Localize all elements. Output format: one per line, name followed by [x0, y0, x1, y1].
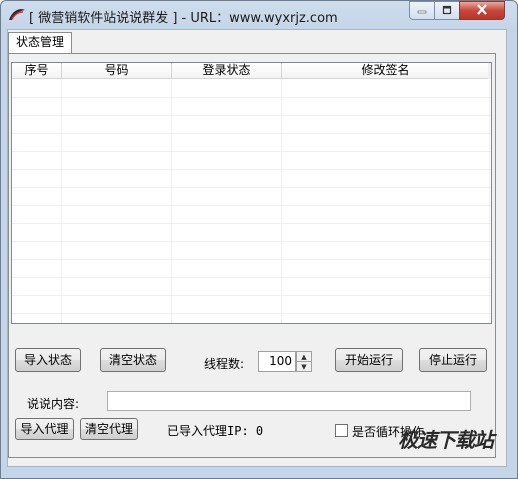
watermark: 极速下载站 — [398, 428, 494, 452]
column-header-login-status[interactable]: 登录状态 — [172, 63, 282, 79]
close-icon — [476, 3, 488, 18]
header-filler — [488, 63, 491, 79]
threads-input[interactable]: 100 — [258, 351, 296, 372]
grid-line — [12, 313, 491, 314]
column-header-signature[interactable]: 修改签名 — [282, 63, 490, 79]
content-input[interactable] — [107, 391, 471, 411]
grid-line — [12, 187, 491, 188]
import-status-button[interactable]: 导入状态 — [15, 348, 81, 372]
threads-stepper[interactable]: ▲ ▼ — [296, 351, 312, 372]
maximize-icon — [442, 4, 452, 18]
start-button[interactable]: 开始运行 — [335, 348, 403, 372]
clear-status-button[interactable]: 清空状态 — [100, 348, 166, 372]
import-proxy-button[interactable]: 导入代理 — [15, 418, 74, 440]
minimize-button[interactable] — [409, 1, 435, 20]
minimize-icon — [417, 4, 427, 18]
column-header-index[interactable]: 序号 — [12, 63, 62, 79]
spin-down-icon[interactable]: ▼ — [297, 361, 311, 371]
grid-line — [12, 241, 491, 242]
grid-line — [12, 115, 491, 116]
content-label: 说说内容: — [27, 397, 80, 411]
clear-proxy-button[interactable]: 清空代理 — [80, 418, 138, 440]
grid-line — [12, 223, 491, 224]
stop-button[interactable]: 停止运行 — [419, 348, 487, 372]
grid-line — [12, 169, 491, 170]
grid-line — [12, 277, 491, 278]
threads-label: 线程数: — [204, 357, 245, 371]
proxy-count-label: 已导入代理IP: 0 — [167, 424, 264, 438]
status-bar — [8, 458, 508, 468]
grid-line — [12, 295, 491, 296]
close-button[interactable] — [459, 1, 505, 20]
grid-line — [12, 97, 491, 98]
tab-status-management[interactable]: 状态管理 — [8, 32, 72, 53]
grid-line — [12, 151, 491, 152]
grid-line — [12, 259, 491, 260]
column-header-number[interactable]: 号码 — [62, 63, 172, 79]
grid-line — [12, 133, 491, 134]
maximize-button[interactable] — [434, 1, 460, 20]
spin-up-icon[interactable]: ▲ — [297, 352, 311, 361]
feather-logo-icon — [7, 7, 27, 23]
window-title: [ 微营销软件站说说群发 ] - URL：www.wyxrjz.com — [29, 11, 338, 26]
loop-checkbox[interactable] — [335, 424, 348, 437]
grid-line — [12, 205, 491, 206]
accounts-table[interactable]: 序号 号码 登录状态 修改签名 — [11, 62, 492, 324]
